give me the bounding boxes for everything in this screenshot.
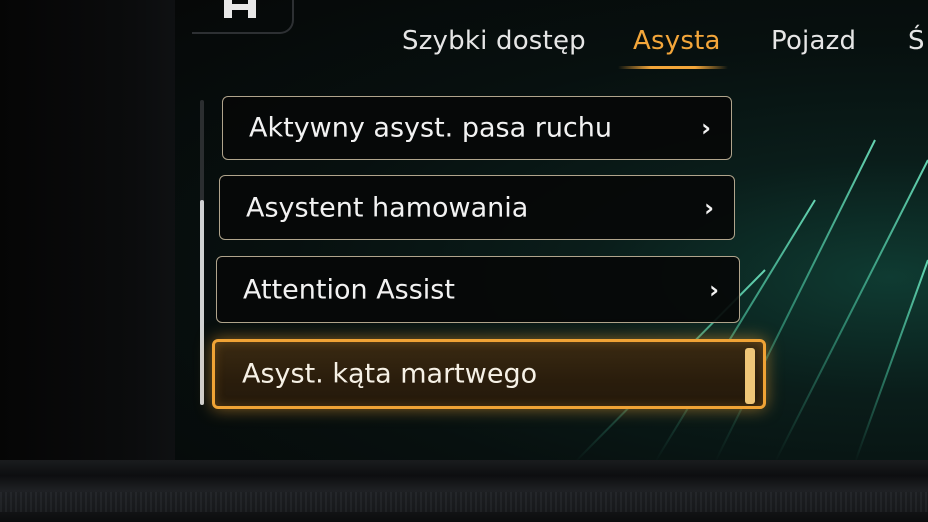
home-icon — [224, 0, 256, 18]
tab-bar: Szybki dostęp Asysta Pojazd Ś — [0, 22, 928, 72]
dashboard-trim — [0, 492, 928, 512]
menu-item-asyst-kata-martwego[interactable]: Asyst. kąta martwego — [212, 339, 766, 409]
chevron-right-icon: › — [709, 275, 719, 304]
menu-item-label: Asystent hamowania — [246, 192, 529, 223]
chevron-right-icon: › — [704, 193, 714, 222]
tab-pojazd[interactable]: Pojazd — [771, 26, 856, 56]
menu-item-label: Aktywny asyst. pasa ruchu — [249, 112, 612, 144]
display-bezel-bottom — [0, 460, 928, 522]
selection-indicator — [745, 348, 755, 404]
menu-item-asystent-hamowania[interactable]: Asystent hamowania › — [219, 175, 735, 240]
menu-item-label: Attention Assist — [243, 274, 455, 305]
tab-szybki-dostep[interactable]: Szybki dostęp — [402, 26, 586, 56]
tab-asysta[interactable]: Asysta — [633, 26, 721, 56]
tab-partial[interactable]: Ś — [908, 26, 925, 56]
menu-item-attention-assist[interactable]: Attention Assist › — [216, 256, 740, 323]
menu-item-label: Asyst. kąta martwego — [242, 358, 538, 390]
menu-item-aktywny-asyst-pasa-ruchu[interactable]: Aktywny asyst. pasa ruchu › — [222, 96, 732, 160]
scrollbar-thumb[interactable] — [200, 200, 204, 405]
chevron-right-icon: › — [701, 114, 711, 142]
active-tab-indicator — [618, 66, 728, 69]
